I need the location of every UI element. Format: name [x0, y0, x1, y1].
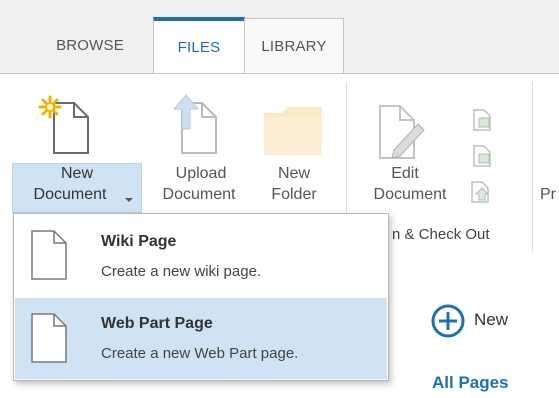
edit-document-label-line1[interactable]: Edit — [360, 163, 450, 184]
tab-library[interactable]: LIBRARY — [244, 18, 344, 73]
menu-item-title: Wiki Page — [101, 233, 177, 250]
check-out-icon[interactable] — [470, 108, 494, 132]
new-page-link[interactable]: New — [474, 310, 508, 330]
menu-item-title: Web Part Page — [101, 315, 213, 332]
add-circle-icon[interactable] — [430, 303, 466, 339]
new-document-label-line1[interactable]: New — [12, 163, 142, 184]
edit-document-icon[interactable] — [370, 100, 426, 162]
tab-files[interactable]: FILES — [153, 17, 245, 73]
all-pages-link[interactable]: All Pages — [432, 373, 509, 393]
tab-browse[interactable]: BROWSE — [40, 18, 140, 73]
check-in-icon[interactable] — [470, 144, 494, 168]
chevron-down-icon[interactable] — [124, 196, 134, 204]
upload-document-label-line2[interactable]: Document — [146, 184, 252, 205]
page-icon — [31, 313, 67, 363]
next-ribbon-button-partial[interactable]: Pr — [540, 184, 559, 205]
group-label-check-out: n & Check Out — [392, 226, 490, 243]
new-document-label-line2[interactable]: Document — [12, 184, 128, 205]
new-folder-label-line2[interactable]: Folder — [254, 184, 334, 205]
upload-icon[interactable] — [168, 93, 224, 155]
menu-item-wiki-page[interactable]: Wiki Page Create a new wiki page. — [15, 215, 387, 296]
menu-item-description: Create a new wiki page. — [101, 263, 262, 280]
folder-icon[interactable] — [260, 105, 326, 157]
new-folder-label-line1[interactable]: New — [254, 163, 334, 184]
new-document-icon[interactable] — [38, 93, 98, 155]
page-icon — [31, 230, 67, 280]
discard-check-out-icon[interactable] — [468, 180, 496, 206]
menu-item-web-part-page[interactable]: Web Part Page Create a new Web Part page… — [15, 298, 387, 379]
edit-document-label-line2[interactable]: Document — [358, 184, 462, 205]
ribbon-group-separator-2 — [532, 82, 533, 252]
menu-item-description: Create a new Web Part page. — [101, 345, 299, 362]
upload-document-label-line1[interactable]: Upload — [160, 163, 242, 184]
new-document-dropdown: Wiki Page Create a new wiki page. Web Pa… — [13, 213, 389, 381]
